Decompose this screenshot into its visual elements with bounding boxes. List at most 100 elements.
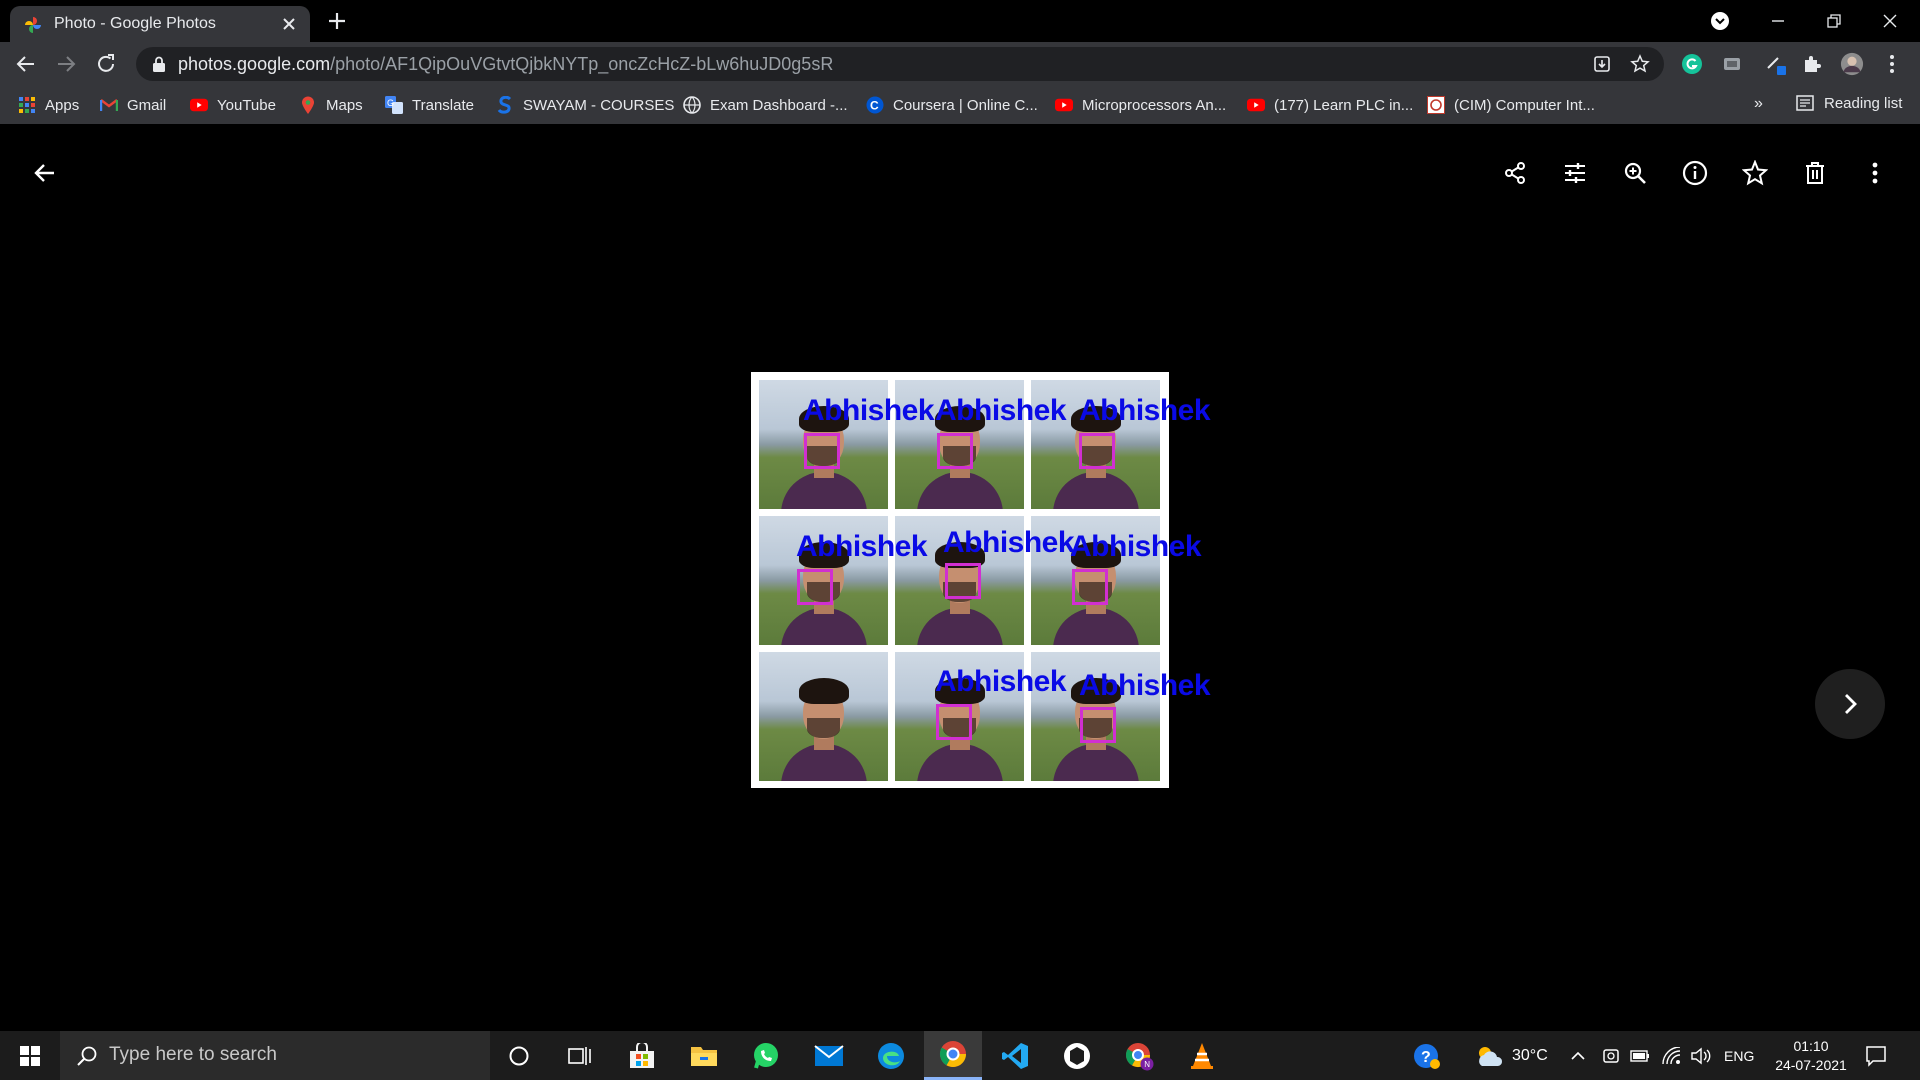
cortana-circle-icon bbox=[508, 1045, 530, 1067]
extension-cast-icon[interactable] bbox=[1720, 52, 1744, 76]
close-window-icon[interactable] bbox=[1876, 8, 1904, 34]
taskbar-vlc[interactable] bbox=[1173, 1031, 1231, 1080]
wifi-tray[interactable] bbox=[1662, 1031, 1682, 1080]
face-detection-box bbox=[936, 704, 972, 740]
weather-widget[interactable]: 30°C bbox=[1474, 1031, 1548, 1080]
vscode-icon bbox=[1001, 1042, 1029, 1070]
url-path: /photo/AF1QipOuVGtvtQjbkNYTp_oncZcHcZ-bL… bbox=[330, 54, 834, 74]
app-hexagon-icon bbox=[1063, 1042, 1091, 1070]
install-app-icon[interactable] bbox=[1592, 54, 1612, 74]
delete-icon[interactable] bbox=[1795, 153, 1835, 193]
face-name-label: Abhishek bbox=[1070, 530, 1202, 563]
face-name-label: Abhishek bbox=[1079, 669, 1211, 702]
reading-list-button[interactable]: Reading list bbox=[1796, 94, 1902, 112]
bookmark-coursera[interactable]: C Coursera | Online C... bbox=[866, 94, 1038, 116]
minimize-icon[interactable] bbox=[1764, 8, 1792, 34]
address-bar[interactable]: photos.google.com/photo/AF1QipOuVGtvtQjb… bbox=[136, 47, 1664, 81]
next-photo-button[interactable] bbox=[1815, 669, 1885, 739]
taskbar-mail[interactable] bbox=[800, 1031, 858, 1080]
svg-text:C: C bbox=[870, 99, 879, 113]
bookmark-learn-plc[interactable]: (177) Learn PLC in... bbox=[1247, 94, 1413, 116]
browser-tab[interactable]: Photo - Google Photos bbox=[10, 6, 310, 42]
more-options-icon[interactable] bbox=[1855, 153, 1895, 193]
face-detection-box bbox=[1079, 433, 1115, 469]
tab-strip: Photo - Google Photos bbox=[0, 0, 1920, 42]
reload-icon[interactable] bbox=[94, 52, 118, 76]
bookmarks-overflow-button[interactable]: » bbox=[1754, 95, 1763, 113]
whatsapp-icon bbox=[752, 1042, 780, 1070]
bookmark-gmail[interactable]: Gmail bbox=[100, 94, 166, 116]
vlc-cone-icon bbox=[1189, 1042, 1215, 1070]
bookmark-swayam[interactable]: SWAYAM - COURSES bbox=[496, 94, 674, 116]
face-detection-box bbox=[1080, 707, 1116, 743]
globe-icon bbox=[683, 96, 701, 114]
taskbar-chrome[interactable] bbox=[924, 1031, 982, 1080]
profile-avatar-icon[interactable] bbox=[1840, 52, 1864, 76]
svg-text:?: ? bbox=[1421, 1049, 1431, 1066]
taskbar-store[interactable] bbox=[613, 1031, 671, 1080]
bookmark-exam-dashboard[interactable]: Exam Dashboard -... bbox=[683, 94, 848, 116]
cortana-button[interactable] bbox=[490, 1031, 548, 1080]
restore-icon[interactable] bbox=[1820, 8, 1848, 34]
edit-adjust-icon[interactable] bbox=[1555, 153, 1595, 193]
microsoft-store-icon bbox=[628, 1042, 656, 1069]
bookmark-youtube[interactable]: YouTube bbox=[190, 94, 276, 116]
chevron-up-icon bbox=[1570, 1048, 1586, 1064]
taskbar-file-explorer[interactable] bbox=[675, 1031, 733, 1080]
show-hidden-icons[interactable] bbox=[1570, 1031, 1586, 1080]
lock-icon[interactable] bbox=[152, 56, 166, 72]
meet-now-tray[interactable] bbox=[1602, 1031, 1620, 1080]
taskbar-app-circle[interactable] bbox=[1048, 1031, 1106, 1080]
info-icon[interactable] bbox=[1675, 153, 1715, 193]
bookmark-microprocessors[interactable]: Microprocessors An... bbox=[1055, 94, 1226, 116]
taskbar-chrome-profile[interactable]: N bbox=[1110, 1031, 1168, 1080]
action-center-button[interactable] bbox=[1865, 1031, 1887, 1080]
taskbar-vscode[interactable] bbox=[986, 1031, 1044, 1080]
face-name-label: Abhishek bbox=[943, 526, 1075, 559]
chrome-profile-icon: N bbox=[1124, 1041, 1154, 1071]
volume-tray[interactable] bbox=[1690, 1031, 1712, 1080]
wifi-icon bbox=[1662, 1046, 1682, 1065]
url-text: photos.google.com/photo/AF1QipOuVGtvtQjb… bbox=[178, 54, 833, 75]
back-icon[interactable] bbox=[14, 52, 38, 76]
extensions-puzzle-icon[interactable] bbox=[1800, 52, 1824, 76]
bookmark-apps[interactable]: Apps bbox=[18, 94, 79, 116]
bookmark-translate[interactable]: G Translate bbox=[385, 94, 474, 116]
bookmark-maps[interactable]: Maps bbox=[299, 94, 363, 116]
start-button[interactable] bbox=[0, 1031, 60, 1080]
translate-icon: G bbox=[385, 96, 403, 114]
photo-tile bbox=[759, 652, 888, 781]
bookmark-cim[interactable]: (CIM) Computer Int... bbox=[1427, 94, 1595, 116]
help-tray-icon[interactable]: ? bbox=[1412, 1031, 1442, 1080]
favorite-star-icon[interactable] bbox=[1735, 153, 1775, 193]
chrome-menu-icon[interactable] bbox=[1880, 52, 1904, 76]
grammarly-icon[interactable] bbox=[1680, 52, 1704, 76]
extension-pen-icon[interactable] bbox=[1764, 52, 1788, 76]
apps-grid-icon bbox=[18, 96, 36, 114]
google-photos-icon bbox=[24, 16, 42, 34]
face-detection-box bbox=[797, 569, 833, 605]
share-icon[interactable] bbox=[1495, 153, 1535, 193]
taskbar-edge[interactable] bbox=[862, 1031, 920, 1080]
face-name-label: Abhishek bbox=[803, 394, 935, 427]
back-arrow-icon[interactable] bbox=[25, 153, 65, 193]
search-placeholder: Type here to search bbox=[109, 1044, 277, 1065]
close-tab-icon[interactable] bbox=[280, 15, 298, 33]
bookmark-label: Microprocessors An... bbox=[1082, 96, 1227, 114]
photo-image[interactable]: Abhishek Abhishek Abhishek Abhishek Abhi… bbox=[751, 372, 1211, 788]
battery-tray[interactable] bbox=[1630, 1031, 1650, 1080]
system-clock[interactable]: 01:10 24-07-2021 bbox=[1768, 1037, 1854, 1075]
new-tab-icon[interactable] bbox=[326, 10, 348, 32]
task-view-button[interactable] bbox=[551, 1031, 609, 1080]
input-language[interactable]: ENG bbox=[1724, 1031, 1754, 1080]
bookmark-label: YouTube bbox=[217, 96, 276, 114]
bookmark-star-icon[interactable] bbox=[1630, 54, 1650, 74]
tab-search-icon[interactable] bbox=[1710, 11, 1730, 31]
forward-icon[interactable] bbox=[54, 52, 78, 76]
taskbar-whatsapp[interactable] bbox=[737, 1031, 795, 1080]
zoom-in-icon[interactable] bbox=[1615, 153, 1655, 193]
edge-icon bbox=[877, 1042, 905, 1070]
svg-text:G: G bbox=[387, 98, 394, 108]
photo-viewer: Abhishek Abhishek Abhishek Abhishek Abhi… bbox=[0, 124, 1920, 1031]
taskbar-search-box[interactable]: Type here to search bbox=[60, 1031, 490, 1080]
